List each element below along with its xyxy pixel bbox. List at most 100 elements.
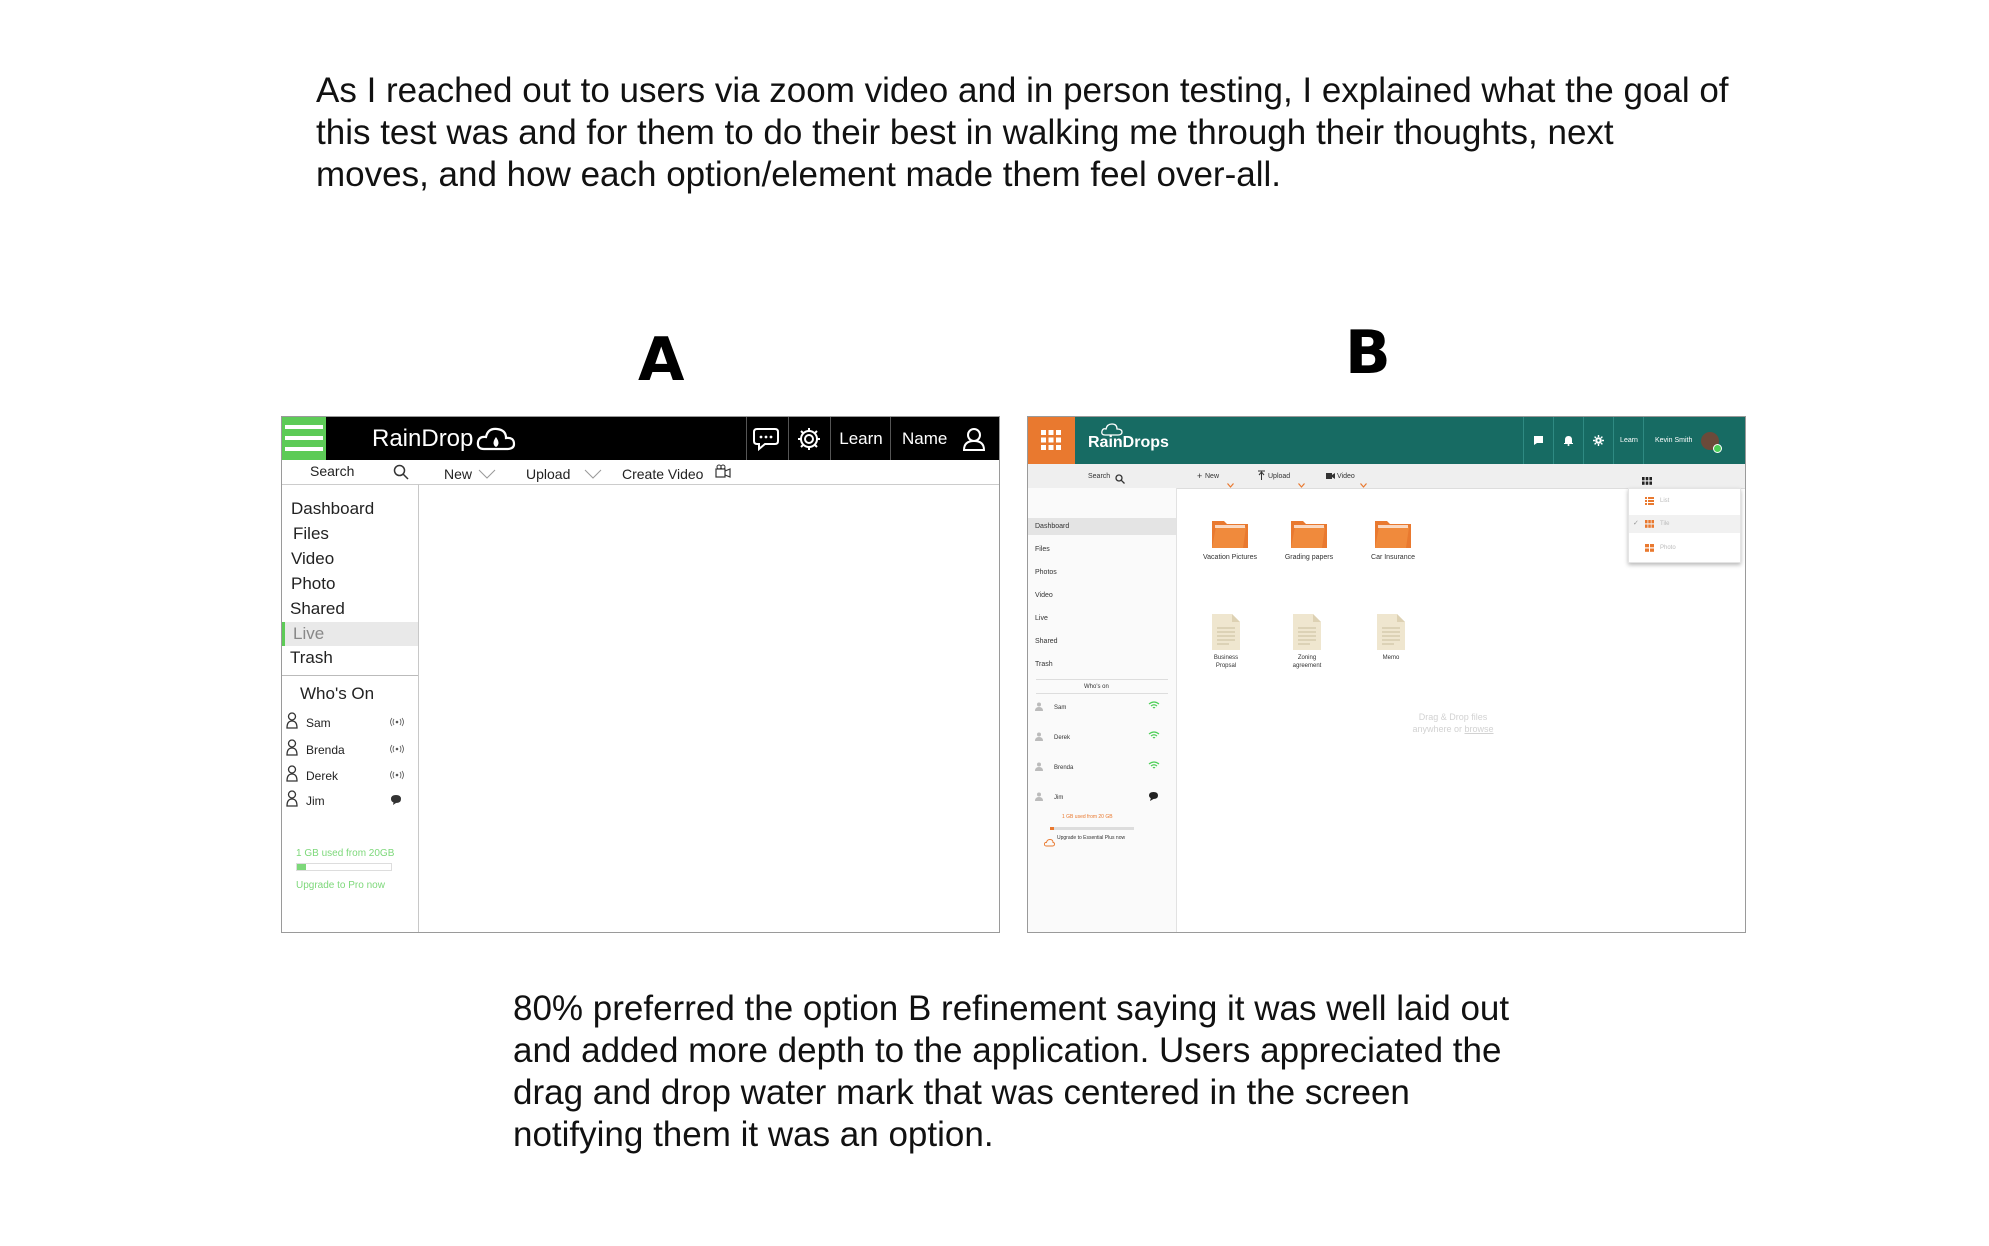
- user-row-jim[interactable]: Jim: [1028, 791, 1176, 805]
- video-button[interactable]: Video: [1337, 473, 1355, 480]
- folder-icon: [1194, 517, 1266, 549]
- create-video-button[interactable]: Create Video: [622, 466, 703, 482]
- chevron-down-icon: [584, 466, 602, 484]
- new-button[interactable]: New: [1205, 473, 1219, 480]
- folder-icon: [1273, 517, 1345, 549]
- hamburger-menu-button[interactable]: [282, 417, 326, 460]
- folder-item[interactable]: Vacation Pictures: [1194, 517, 1266, 561]
- user-row-brenda[interactable]: Brenda: [282, 739, 418, 759]
- whos-on-heading: Who's On: [300, 684, 375, 703]
- search-input[interactable]: Search: [1088, 473, 1110, 480]
- intro-paragraph: As I reached out to users via zoom video…: [316, 71, 1729, 194]
- action-bar: Search New Upload Create Video: [282, 460, 999, 485]
- search-icon[interactable]: [393, 464, 409, 485]
- search-icon[interactable]: [1115, 471, 1125, 489]
- view-option-photo[interactable]: Photo: [1629, 539, 1740, 557]
- view-option-tile[interactable]: ✓ Tile: [1629, 515, 1740, 533]
- divider: [282, 675, 418, 676]
- messages-button[interactable]: [1523, 417, 1554, 464]
- option-b-label: B: [1345, 318, 1391, 388]
- document-item[interactable]: Memo: [1355, 613, 1427, 662]
- notifications-button[interactable]: [1553, 417, 1584, 464]
- folder-item[interactable]: Grading papers: [1273, 517, 1345, 561]
- upgrade-link[interactable]: Upgrade to Pro now: [296, 880, 385, 891]
- learn-button[interactable]: Learn: [830, 417, 891, 460]
- video-camera-icon: [715, 464, 731, 483]
- chevron-down-icon: [478, 466, 496, 484]
- user-row-sam[interactable]: Sam: [282, 712, 418, 732]
- sidebar-item-video[interactable]: Video: [1028, 587, 1176, 604]
- document-icon: [1271, 613, 1343, 651]
- user-row-sam[interactable]: Sam: [1028, 701, 1176, 715]
- search-input[interactable]: Search: [310, 463, 354, 479]
- folder-item[interactable]: Car Insurance: [1357, 517, 1429, 561]
- user-icon: [1035, 702, 1043, 713]
- app-logo-text: RainDrop: [372, 425, 474, 452]
- sidebar-item-shared[interactable]: Shared: [282, 597, 418, 621]
- sidebar-item-trash[interactable]: Trash: [282, 646, 418, 670]
- upgrade-link[interactable]: Upgrade to Essential Plus now: [1057, 835, 1125, 841]
- list-icon: [1645, 497, 1654, 507]
- sidebar-item-live[interactable]: Live: [1028, 610, 1176, 627]
- document-item[interactable]: Business Propsal: [1190, 613, 1262, 670]
- upload-button[interactable]: Upload: [1268, 473, 1290, 480]
- whos-on-heading: Who's on: [1084, 684, 1109, 690]
- storage-usage-text: 1 GB used from 20GB: [296, 848, 395, 859]
- user-row-derek[interactable]: Derek: [282, 765, 418, 785]
- findings-paragraph: 80% preferred the option B refinement sa…: [513, 989, 1510, 1154]
- chat-bubble-icon: [1148, 791, 1159, 803]
- drag-drop-watermark[interactable]: Drag & Drop files anywhere or browse: [1393, 711, 1513, 735]
- user-row-jim[interactable]: Jim: [282, 790, 418, 810]
- profile-button[interactable]: Name: [890, 417, 999, 460]
- wifi-online-icon: [1148, 761, 1160, 772]
- checkmark-icon: ✓: [1633, 520, 1639, 527]
- chat-bubble-icon: [390, 794, 402, 808]
- divider: [1036, 693, 1168, 694]
- live-broadcast-icon: [390, 769, 404, 783]
- sidebar-item-dashboard[interactable]: Dashboard: [1028, 518, 1176, 535]
- view-option-list[interactable]: List: [1629, 492, 1740, 510]
- drag-drop-text: anywhere or: [1412, 724, 1465, 734]
- sidebar-item-live[interactable]: Live: [282, 622, 418, 646]
- plus-icon: +: [1197, 471, 1203, 481]
- new-button[interactable]: New: [444, 466, 472, 482]
- cloud-logo-icon: [476, 425, 516, 458]
- storage-usage-text: 1 GB used from 20 GB: [1062, 814, 1113, 820]
- action-bar: Search + New Upload Video: [1028, 464, 1745, 489]
- sidebar-item-files[interactable]: Files: [1028, 541, 1176, 558]
- learn-button[interactable]: Learn: [1613, 417, 1644, 464]
- sidebar-item-trash[interactable]: Trash: [1028, 656, 1176, 673]
- upload-button[interactable]: Upload: [526, 466, 570, 482]
- chat-button[interactable]: [746, 417, 789, 460]
- drag-drop-text: Drag & Drop files: [1418, 712, 1488, 722]
- sidebar-item-files[interactable]: Files: [282, 522, 418, 546]
- storage-progress-bar: [1050, 827, 1134, 830]
- document-item[interactable]: Zoning agreement: [1271, 613, 1343, 670]
- app-grid-button[interactable]: [1028, 417, 1075, 464]
- user-row-brenda[interactable]: Brenda: [1028, 761, 1176, 775]
- wifi-online-icon: [1148, 701, 1160, 712]
- storage-progress-bar: [296, 863, 392, 871]
- upload-icon: [1258, 470, 1265, 482]
- chevron-down-icon: [1360, 475, 1367, 493]
- browse-link[interactable]: browse: [1465, 724, 1494, 734]
- top-bar: RainDrop Learn Name: [282, 417, 999, 460]
- sidebar-item-video[interactable]: Video: [282, 547, 418, 571]
- top-bar: RainDrops Learn Kevin Smith: [1028, 417, 1745, 464]
- settings-button[interactable]: [788, 417, 831, 460]
- profile-name: Kevin Smith: [1655, 437, 1693, 444]
- online-status-dot: [1713, 444, 1722, 453]
- user-row-derek[interactable]: Derek: [1028, 731, 1176, 745]
- sidebar-item-photo[interactable]: Photo: [282, 572, 418, 596]
- user-icon: [286, 790, 298, 810]
- mockup-b: RainDrops Learn Kevin Smith Search + New…: [1027, 416, 1746, 933]
- user-icon: [286, 765, 298, 785]
- settings-button[interactable]: [1583, 417, 1614, 464]
- profile-name: Name: [902, 429, 948, 448]
- divider: [1036, 679, 1168, 680]
- sidebar-item-dashboard[interactable]: Dashboard: [282, 497, 418, 521]
- option-a-label: A: [638, 325, 685, 395]
- document-icon: [1355, 613, 1427, 651]
- sidebar-item-photos[interactable]: Photos: [1028, 564, 1176, 581]
- sidebar-item-shared[interactable]: Shared: [1028, 633, 1176, 650]
